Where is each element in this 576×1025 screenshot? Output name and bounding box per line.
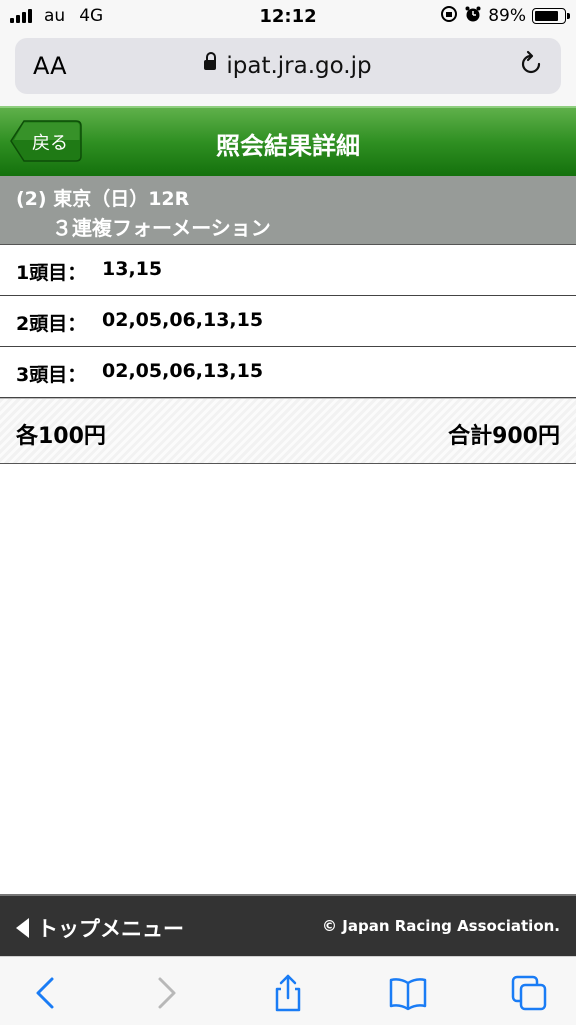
page-header: 戻る 照会結果詳細 bbox=[0, 106, 576, 177]
copyright-text: © Japan Racing Association. bbox=[322, 917, 560, 935]
bet-row-label: 3頭目： bbox=[16, 364, 87, 386]
alarm-icon bbox=[464, 5, 482, 27]
triangle-left-icon bbox=[16, 918, 29, 938]
share-icon[interactable] bbox=[268, 973, 308, 1013]
bet-row-value: 02,05,06,13,15 bbox=[102, 360, 264, 382]
battery-percent: 89% bbox=[488, 6, 526, 26]
bookmarks-icon[interactable] bbox=[388, 973, 428, 1013]
back-icon[interactable] bbox=[26, 973, 66, 1013]
top-menu-link[interactable]: トップメニュー bbox=[16, 913, 184, 943]
tabs-icon[interactable] bbox=[509, 973, 549, 1013]
bet-row-label: 1頭目： bbox=[16, 262, 87, 284]
status-bar: au 4G 12:12 89% bbox=[0, 0, 576, 34]
top-menu-label: トップメニュー bbox=[37, 917, 184, 941]
race-info: (2) 東京（日）12R ３連複フォーメーション bbox=[0, 176, 576, 245]
url-text: ipat.jra.go.jp bbox=[226, 53, 372, 79]
orientation-lock-icon bbox=[440, 5, 458, 27]
browser-top-bar: AA ipat.jra.go.jp bbox=[0, 34, 576, 106]
total-amount: 合計900円 bbox=[448, 424, 560, 449]
page-title: 照会結果詳細 bbox=[216, 132, 360, 160]
per-bet-amount: 各100円 bbox=[16, 424, 106, 449]
bet-row-2: 2頭目： 02,05,06,13,15 bbox=[0, 296, 576, 347]
reload-icon[interactable] bbox=[517, 50, 545, 78]
bet-type: ３連複フォーメーション bbox=[52, 216, 271, 240]
page-footer: トップメニュー © Japan Racing Association. bbox=[0, 894, 576, 958]
bet-row-3: 3頭目： 02,05,06,13,15 bbox=[0, 347, 576, 398]
bet-row-1: 1頭目： 13,15 bbox=[0, 245, 576, 296]
lock-icon bbox=[204, 51, 217, 70]
url-display[interactable]: ipat.jra.go.jp bbox=[15, 51, 561, 79]
forward-icon[interactable] bbox=[146, 973, 186, 1013]
address-bar[interactable]: AA ipat.jra.go.jp bbox=[15, 38, 561, 94]
status-right: 89% bbox=[440, 5, 570, 27]
battery-icon bbox=[532, 8, 570, 24]
bet-row-label: 2頭目： bbox=[16, 313, 87, 335]
summary-row: 各100円 合計900円 bbox=[0, 398, 576, 464]
bet-row-value: 02,05,06,13,15 bbox=[102, 309, 264, 331]
race-name: (2) 東京（日）12R bbox=[16, 188, 190, 210]
bet-row-value: 13,15 bbox=[102, 258, 163, 280]
browser-toolbar bbox=[0, 956, 576, 1025]
battery-fill bbox=[535, 11, 559, 21]
